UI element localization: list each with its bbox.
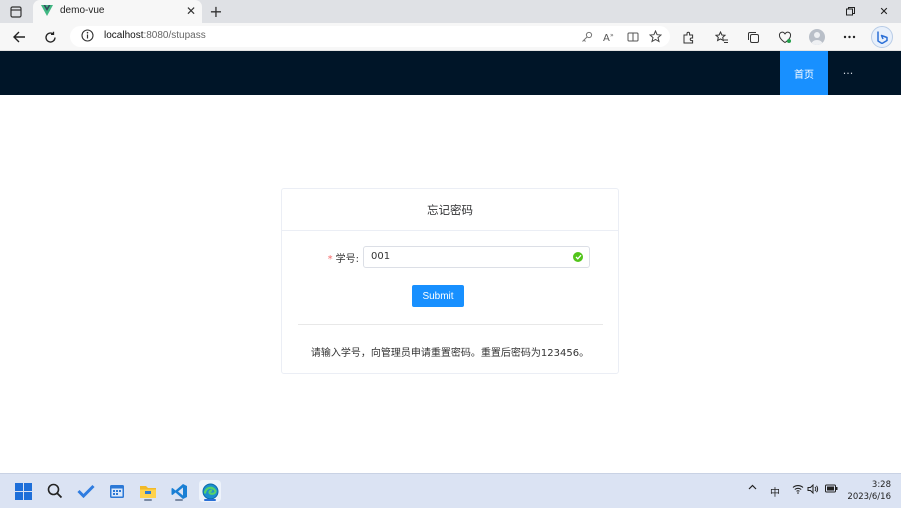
window-controls: ✕ xyxy=(833,0,901,23)
favorite-star-icon[interactable] xyxy=(647,28,664,45)
browser-toolbar: localhost:8080/stupass A» xyxy=(0,23,901,51)
vscode-icon[interactable] xyxy=(168,480,190,502)
back-arrow-icon[interactable] xyxy=(9,27,29,47)
tab-title: demo-vue xyxy=(60,5,105,16)
todo-check-icon[interactable] xyxy=(75,480,97,502)
settings-more-icon[interactable] xyxy=(839,27,859,47)
close-tab-icon[interactable]: ✕ xyxy=(186,3,196,19)
volume-icon[interactable] xyxy=(807,483,819,497)
nav-more-icon[interactable]: ··· xyxy=(836,51,860,95)
close-window-icon[interactable]: ✕ xyxy=(867,0,901,23)
read-aloud-icon[interactable]: A» xyxy=(601,28,618,45)
nav-home[interactable]: 首页 xyxy=(780,51,828,95)
show-hidden-icons-chevron-icon[interactable] xyxy=(748,482,757,493)
reset-hint-text: 请输入学号，向管理员申请重置密码。重置后密码为123456。 xyxy=(310,348,590,359)
url-host: localhost xyxy=(104,30,144,41)
active-indicator xyxy=(204,499,216,501)
student-id-input[interactable]: 001 xyxy=(363,246,590,268)
address-bar[interactable]: localhost:8080/stupass A» xyxy=(70,26,670,47)
url-path: :8080/stupass xyxy=(143,30,206,41)
student-id-value: 001 xyxy=(371,251,391,262)
profile-avatar[interactable] xyxy=(807,27,827,47)
svg-text:»: » xyxy=(610,32,614,39)
address-bar-actions: A» xyxy=(578,28,664,45)
clock-time: 3:28 xyxy=(871,480,891,490)
running-indicator xyxy=(144,499,152,501)
tab-actions-icon[interactable] xyxy=(6,3,26,20)
wifi-icon[interactable] xyxy=(792,484,804,497)
new-tab-button[interactable]: + xyxy=(207,2,225,21)
student-id-row: * 学号: 001 xyxy=(282,246,618,268)
taskbar-clock[interactable]: 3:28 2023/6/16 xyxy=(847,479,891,503)
divider xyxy=(298,324,603,325)
browser-essentials-icon[interactable] xyxy=(775,27,795,47)
vue-logo-icon xyxy=(41,5,53,19)
search-icon[interactable] xyxy=(44,480,66,502)
card-title: 忘记密码 xyxy=(282,189,618,231)
required-asterisk: * xyxy=(327,254,333,265)
browser-tab[interactable]: demo-vue ✕ xyxy=(33,0,202,23)
split-screen-icon[interactable] xyxy=(624,28,641,45)
student-id-label: * 学号: xyxy=(312,250,359,265)
ime-indicator[interactable]: 中 xyxy=(770,484,780,499)
file-explorer-icon[interactable] xyxy=(137,480,159,502)
app-header: 首页 ··· xyxy=(0,51,901,95)
avatar-icon xyxy=(809,29,825,45)
validation-success-icon xyxy=(573,252,583,262)
calendar-icon[interactable] xyxy=(106,480,128,502)
key-icon[interactable] xyxy=(578,28,595,45)
windows-start-icon[interactable] xyxy=(12,480,34,502)
student-id-label-text: 学号: xyxy=(335,254,359,265)
collections-icon[interactable] xyxy=(743,27,763,47)
edge-browser-icon[interactable] xyxy=(199,480,221,502)
windows-taskbar: 中 3:28 2023/6/16 xyxy=(0,473,901,508)
extensions-icon[interactable] xyxy=(678,27,698,47)
url-text: localhost:8080/stupass xyxy=(104,30,206,41)
submit-button[interactable]: Submit xyxy=(412,285,464,307)
svg-text:A: A xyxy=(603,33,610,43)
running-indicator xyxy=(175,499,183,501)
battery-icon[interactable] xyxy=(825,484,838,496)
site-info-icon[interactable] xyxy=(81,29,94,45)
forgot-password-card: 忘记密码 * 学号: 001 Submit 请输入学号，向管理员申请重置密码。重置… xyxy=(281,188,619,374)
refresh-icon[interactable] xyxy=(40,27,60,47)
restore-window-icon[interactable] xyxy=(833,0,867,23)
clock-date: 2023/6/16 xyxy=(847,492,891,502)
bing-chat-icon[interactable] xyxy=(871,26,893,48)
browser-tab-strip: demo-vue ✕ + ✕ xyxy=(0,0,901,23)
favorites-list-icon[interactable] xyxy=(712,27,732,47)
